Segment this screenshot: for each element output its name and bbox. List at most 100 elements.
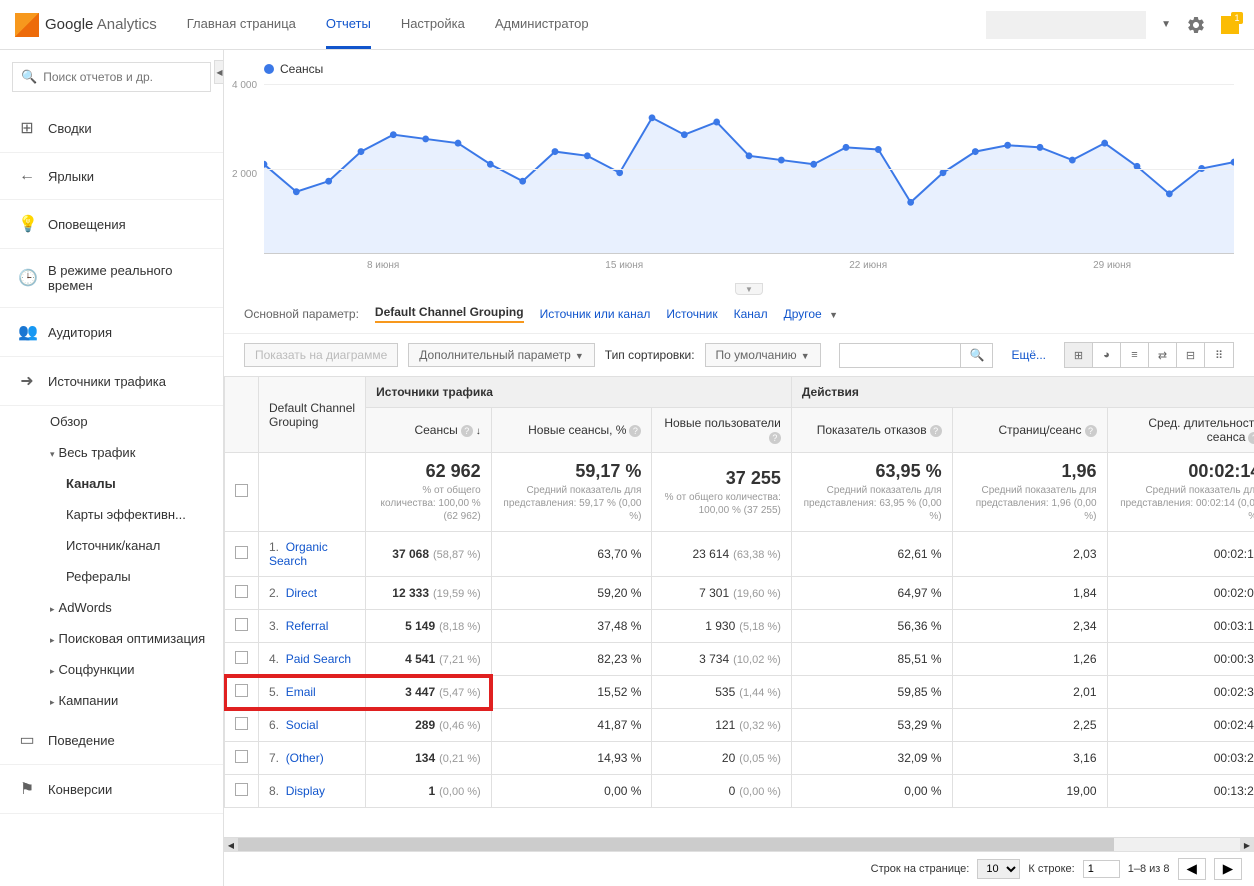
tab-reports[interactable]: Отчеты <box>326 1 371 49</box>
dropdown-caret-icon[interactable]: ▼ <box>1161 19 1171 30</box>
table-row: 4. Paid Search 4 541(7,21 %) 82,23 % 3 7… <box>225 643 1254 676</box>
col-header[interactable]: Сред. длительность сеанса? <box>1107 408 1254 453</box>
channel-link[interactable]: Email <box>286 685 316 699</box>
table-row: 2. Direct 12 333(19,59 %) 59,20 % 7 301(… <box>225 577 1254 610</box>
content: Сеансы 4 000 2 000 8 июня 15 июня 22 июн… <box>224 50 1254 886</box>
table-search-input[interactable] <box>840 344 960 367</box>
subnav-seo[interactable]: ▸Поисковая оптимизация <box>50 623 223 654</box>
ga-logo-icon <box>15 13 39 37</box>
dashboards-icon: ⊞ <box>18 118 36 138</box>
bell-icon[interactable] <box>1221 16 1239 34</box>
goto-input[interactable] <box>1083 860 1120 878</box>
param-source[interactable]: Источник <box>666 307 717 321</box>
table-search-button[interactable]: 🔍 <box>960 344 992 367</box>
subnav-adwords[interactable]: ▸AdWords <box>50 592 223 623</box>
param-source-medium[interactable]: Источник или канал <box>540 307 651 321</box>
subnav-source-medium[interactable]: Источник/канал <box>66 530 223 561</box>
col-header[interactable]: Новые сеансы, %? <box>491 408 652 453</box>
advanced-link[interactable]: Ещё... <box>1011 348 1046 362</box>
scroll-right-icon[interactable]: ▶ <box>1240 838 1254 852</box>
sidebar-item-acquisition[interactable]: ➜Источники трафика <box>0 357 223 406</box>
sidebar-item-dashboards[interactable]: ⊞Сводки <box>0 104 223 153</box>
subnav-channels[interactable]: Каналы <box>66 468 223 499</box>
sidebar-item-audience[interactable]: 👥Аудитория <box>0 308 223 357</box>
param-other[interactable]: Другое ▼ <box>784 307 838 321</box>
horizontal-scrollbar[interactable]: ◀ ▶ <box>224 837 1254 851</box>
tab-admin[interactable]: Администратор <box>495 1 589 49</box>
subnav-campaigns[interactable]: ▸Кампании <box>50 685 223 716</box>
acquisition-icon: ➜ <box>18 371 36 391</box>
view-pivot-icon[interactable]: ⊟ <box>1177 343 1205 367</box>
data-table-wrap: Default Channel Grouping Источники трафи… <box>224 376 1254 837</box>
rows-per-page-select[interactable]: 10 <box>977 859 1020 879</box>
channel-link[interactable]: Referral <box>286 619 329 633</box>
top-nav: Главная страница Отчеты Настройка Админи… <box>187 1 589 49</box>
channel-link[interactable]: (Other) <box>286 751 324 765</box>
group-behavior: Действия <box>791 377 1254 408</box>
param-active[interactable]: Default Channel Grouping <box>375 305 524 323</box>
caret-down-icon: ▾ <box>50 449 55 459</box>
param-medium[interactable]: Канал <box>734 307 768 321</box>
sidebar-item-shortcuts[interactable]: ←Ярлыки <box>0 153 223 200</box>
sidebar-collapse[interactable]: ◀ <box>214 60 224 84</box>
gear-icon[interactable] <box>1186 15 1206 35</box>
table-toolbar: Показать на диаграмме Дополнительный пар… <box>224 333 1254 376</box>
row-checkbox[interactable] <box>235 684 248 697</box>
sidebar-item-conversions[interactable]: ⚑Конверсии <box>0 765 223 814</box>
view-pie-icon[interactable]: ◕ <box>1093 343 1121 367</box>
col-dimension[interactable]: Default Channel Grouping <box>259 377 366 453</box>
subnav-treemaps[interactable]: Карты эффективн... <box>66 499 223 530</box>
row-checkbox[interactable] <box>235 717 248 730</box>
subnav-social[interactable]: ▸Соцфункции <box>50 654 223 685</box>
search-input[interactable] <box>43 70 202 84</box>
chart-resize-handle[interactable]: ▼ <box>735 283 763 295</box>
col-header[interactable]: Новые пользователи? <box>652 408 791 453</box>
col-header[interactable]: Сеансы?↓ <box>366 408 492 453</box>
report-search[interactable]: 🔍 <box>12 62 211 92</box>
sidebar-item-alerts[interactable]: 💡Оповещения <box>0 200 223 249</box>
x-axis-labels: 8 июня 15 июня 22 июня 29 июня <box>264 254 1234 283</box>
col-header[interactable]: Страниц/сеанс? <box>952 408 1107 453</box>
page-range: 1–8 из 8 <box>1128 863 1170 875</box>
tab-home[interactable]: Главная страница <box>187 1 296 49</box>
view-compare-icon[interactable]: ⇄ <box>1149 343 1177 367</box>
sidebar-item-realtime[interactable]: 🕒В режиме реального времен <box>0 249 223 308</box>
subnav-all-traffic[interactable]: ▾Весь трафик <box>50 437 223 468</box>
sidebar: ◀ 🔍 ⊞Сводки ←Ярлыки 💡Оповещения 🕒В режим… <box>0 50 224 886</box>
plot-rows-button[interactable]: Показать на диаграмме <box>244 343 398 367</box>
row-checkbox[interactable] <box>235 618 248 631</box>
series-dot-icon <box>264 64 274 74</box>
sidebar-item-behavior[interactable]: ▭Поведение <box>0 716 223 765</box>
scroll-left-icon[interactable]: ◀ <box>224 838 238 852</box>
goto-label: К строке: <box>1028 863 1074 875</box>
tab-customization[interactable]: Настройка <box>401 1 465 49</box>
row-checkbox[interactable] <box>235 546 248 559</box>
group-acquisition: Источники трафика <box>366 377 792 408</box>
checkbox[interactable] <box>235 484 248 497</box>
channel-link[interactable]: Paid Search <box>286 652 351 666</box>
channel-link[interactable]: Display <box>286 784 325 798</box>
line-chart[interactable]: 4 000 2 000 <box>264 84 1234 254</box>
next-page-button[interactable]: ▶ <box>1214 858 1242 880</box>
table-row: 8. Display 1(0,00 %) 0,00 % 0(0,00 %) 0,… <box>225 775 1254 808</box>
logo[interactable]: Google Analytics <box>15 13 157 37</box>
channel-link[interactable]: Social <box>286 718 319 732</box>
caret-right-icon: ▸ <box>50 635 55 645</box>
account-selector[interactable] <box>986 11 1146 39</box>
secondary-dimension-button[interactable]: Дополнительный параметр▼ <box>408 343 595 367</box>
row-checkbox[interactable] <box>235 585 248 598</box>
realtime-icon: 🕒 <box>18 268 36 288</box>
prev-page-button[interactable]: ◀ <box>1178 858 1206 880</box>
channel-link[interactable]: Direct <box>286 586 317 600</box>
view-table-icon[interactable]: ⊞ <box>1065 343 1093 367</box>
sort-type-select[interactable]: По умолчанию▼ <box>705 343 821 367</box>
row-checkbox[interactable] <box>235 651 248 664</box>
subnav-referrals[interactable]: Рефералы <box>66 561 223 592</box>
row-checkbox[interactable] <box>235 750 248 763</box>
col-header[interactable]: Показатель отказов? <box>791 408 952 453</box>
view-bar-icon[interactable]: ≡ <box>1121 343 1149 367</box>
sort-type-label: Тип сортировки: <box>605 348 695 362</box>
row-checkbox[interactable] <box>235 783 248 796</box>
subnav-overview[interactable]: Обзор <box>50 406 223 437</box>
view-cloud-icon[interactable]: ⠿ <box>1205 343 1233 367</box>
